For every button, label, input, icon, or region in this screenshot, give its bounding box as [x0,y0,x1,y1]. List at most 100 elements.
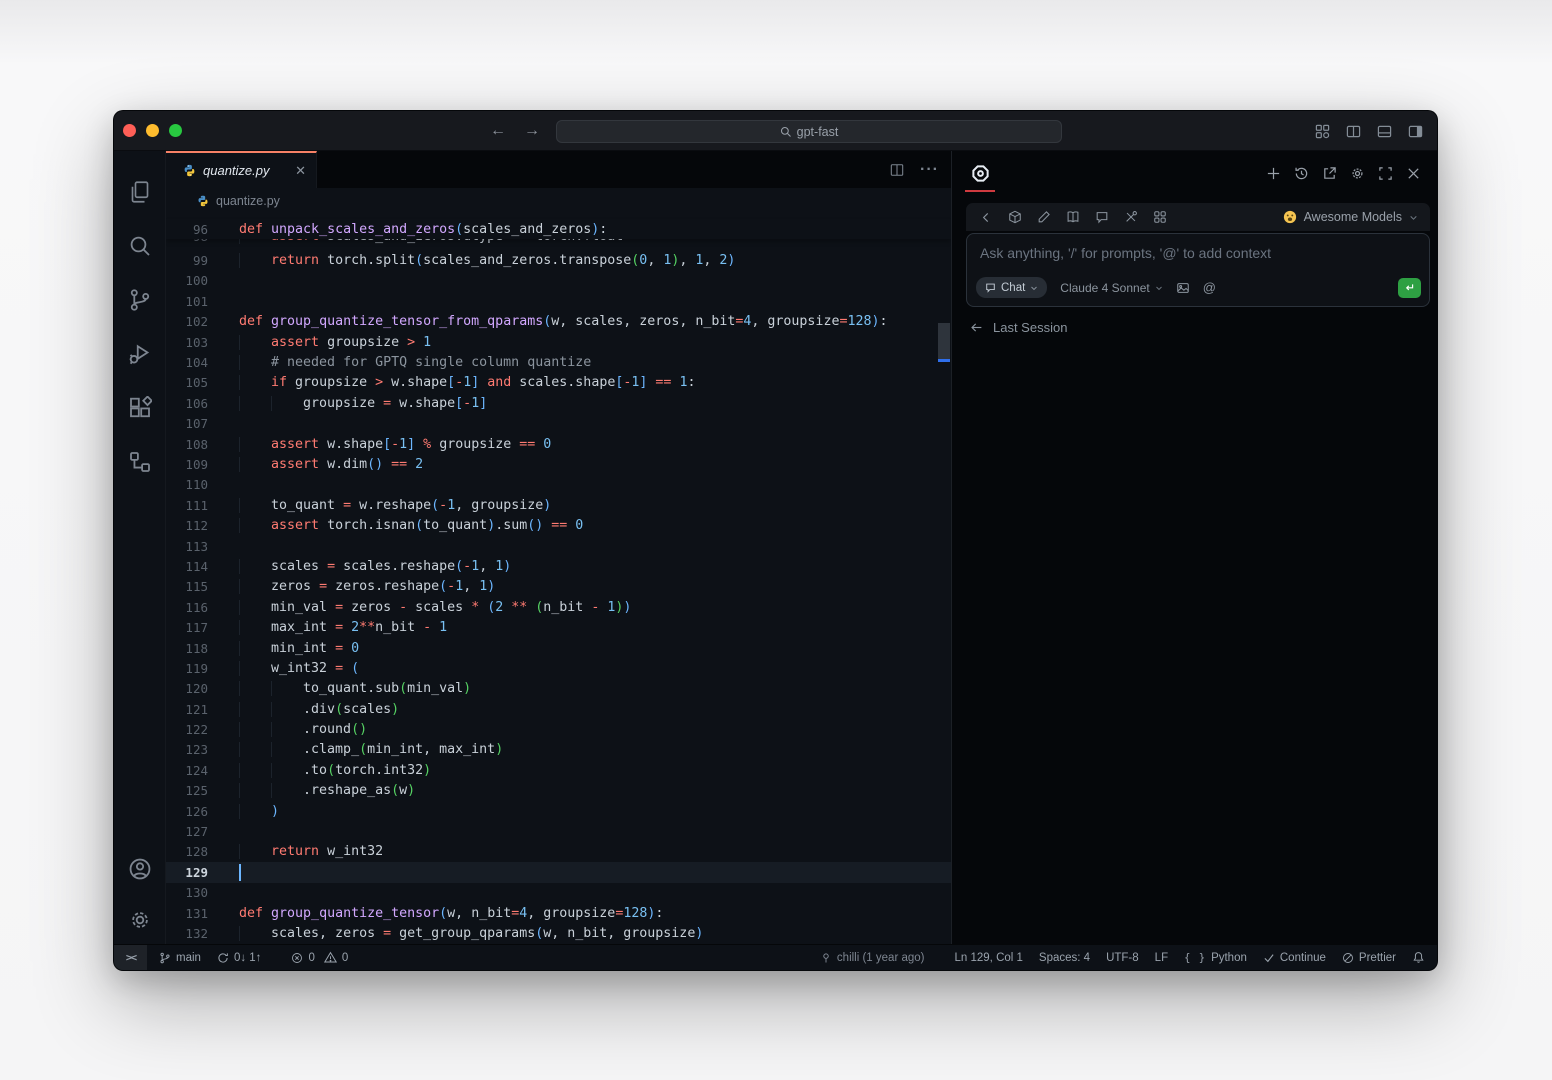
code-line-128[interactable]: 128 return w_int32 [166,842,951,862]
encoding-item[interactable]: UTF-8 [1098,945,1147,970]
line-number[interactable]: 129 [166,865,208,880]
line-number[interactable]: 103 [166,335,208,350]
code-line-117[interactable]: 117 max_int = 2 ** n_bit - 1 [166,617,951,637]
last-session-link[interactable]: Last Session [970,320,1437,335]
more-actions-icon[interactable]: ··· [920,161,939,179]
run-debug-icon[interactable] [116,327,164,381]
line-number[interactable]: 122 [166,722,208,737]
remote-indicator[interactable]: >< [114,945,147,970]
tools-icon[interactable] [1124,210,1138,224]
docs-book-icon[interactable] [1066,210,1080,224]
model-selector[interactable]: Claude 4 Sonnet [1060,281,1162,295]
line-number[interactable]: 107 [166,416,208,431]
cursor-position-item[interactable]: Ln 129, Col 1 [947,945,1031,970]
editor-scrollbar[interactable] [938,323,950,359]
code-line-119[interactable]: 119 w_int32 = ( [166,658,951,678]
continue-status-item[interactable]: Continue [1255,945,1334,970]
toggle-panel-icon[interactable] [1377,124,1392,139]
code-line-122[interactable]: 122 .round() [166,719,951,739]
customize-layout-icon[interactable] [1315,124,1330,139]
language-mode-item[interactable]: { } Python [1176,945,1255,970]
comment-bubble-icon[interactable] [1095,210,1109,224]
code-line-103[interactable]: 103 assert groupsize > 1 [166,332,951,352]
code-line-125[interactable]: 125 .reshape_as(w) [166,781,951,801]
new-session-icon[interactable] [1266,166,1281,181]
code-editor[interactable]: 96 def unpack_scales_and_zeros(scales_and… [166,214,951,944]
line-number[interactable]: 96 [166,222,208,237]
line-number[interactable]: 124 [166,763,208,778]
indentation-item[interactable]: Spaces: 4 [1031,945,1098,970]
code-line-114[interactable]: 114 scales = scales.reshape(-1, 1) [166,556,951,576]
panel-settings-gear-icon[interactable] [1350,166,1365,181]
toggle-primary-sidebar-icon[interactable] [1346,124,1361,139]
line-number[interactable]: 98 [166,239,208,244]
code-line-115[interactable]: 115 zeros = zeros.reshape(-1, 1) [166,577,951,597]
sync-item[interactable]: 0↓ 1↑ [209,945,270,970]
zoom-window-button[interactable] [169,124,182,137]
code-line-121[interactable]: 121 .div(scales) [166,699,951,719]
line-number[interactable]: 112 [166,518,208,533]
line-number[interactable]: 130 [166,885,208,900]
line-number[interactable]: 115 [166,579,208,594]
code-line-101[interactable]: 101 [166,291,951,311]
code-line-106[interactable]: 106 groupsize = w.shape[-1] [166,393,951,413]
assistant-logo-tab[interactable] [965,151,995,195]
line-number[interactable]: 121 [166,702,208,717]
extensions-icon[interactable] [116,381,164,435]
code-line-112[interactable]: 112 assert torch.isnan(to_quant) .sum() ==… [166,515,951,535]
code-line-118[interactable]: 118 min_int = 0 [166,638,951,658]
fullscreen-icon[interactable] [1378,166,1393,181]
line-number[interactable]: 126 [166,804,208,819]
problems-item[interactable]: 0 0 [283,945,356,970]
line-number[interactable]: 127 [166,824,208,839]
mode-selector[interactable]: Chat [976,277,1048,298]
code-line-120[interactable]: 120 to_quant.sub(min_val) [166,679,951,699]
code-line-132[interactable]: 132 scales, zeros = get_group_qparams(w, … [166,923,951,943]
code-line-105[interactable]: 105 if groupsize > w.shape[-1] and scales… [166,373,951,393]
line-number[interactable]: 125 [166,783,208,798]
close-window-button[interactable] [123,124,136,137]
code-line-109[interactable]: 109 assert w.dim() == 2 [166,454,951,474]
line-number[interactable]: 105 [166,375,208,390]
breadcrumb[interactable]: quantize.py [166,188,951,214]
edit-pencil-icon[interactable] [1037,210,1051,224]
line-number[interactable]: 117 [166,620,208,635]
code-line-104[interactable]: 104 # needed for GPTQ single column quant… [166,352,951,372]
git-blame-item[interactable]: chilli (1 year ago) [812,945,933,970]
hierarchy-view-icon[interactable] [116,435,164,489]
code-line-102[interactable]: 102 def group_quantize_tensor_from_qparam… [166,312,951,332]
apps-grid-icon[interactable] [1153,210,1167,224]
source-control-icon[interactable] [116,273,164,327]
line-number[interactable]: 123 [166,742,208,757]
account-icon[interactable] [116,842,164,896]
code-line-131[interactable]: 131 def group_quantize_tensor(w, n_bit = 4,… [166,903,951,923]
line-number[interactable]: 110 [166,477,208,492]
line-number[interactable]: 111 [166,498,208,513]
code-line-127[interactable]: 127 [166,821,951,841]
code-line-130[interactable]: 130 [166,883,951,903]
code-line-96[interactable]: 96 def unpack_scales_and_zeros(scales_and… [166,219,951,240]
attach-image-icon[interactable] [1176,281,1190,295]
line-number[interactable]: 113 [166,539,208,554]
code-line-99[interactable]: 99 return torch.split(scales_and_zeros.tr… [166,250,951,270]
code-line-107[interactable]: 107 [166,414,951,434]
line-number[interactable]: 106 [166,396,208,411]
line-number[interactable]: 100 [166,273,208,288]
toggle-secondary-sidebar-icon[interactable] [1408,124,1423,139]
prettier-status-item[interactable]: Prettier [1334,945,1404,970]
code-line-113[interactable]: 113 [166,536,951,556]
package-box-icon[interactable] [1008,210,1022,224]
code-line-111[interactable]: 111 to_quant = w.reshape(-1, groupsize) [166,495,951,515]
code-line-98[interactable]: 98 assert scales_and_zeros.dtype == torch… [166,239,951,250]
line-number[interactable]: 131 [166,906,208,921]
code-line-124[interactable]: 124 .to(torch.int32) [166,760,951,780]
code-line-126[interactable]: 126) [166,801,951,821]
models-dropdown[interactable]: Awesome Models [1283,210,1418,224]
minimize-window-button[interactable] [146,124,159,137]
add-context-at-icon[interactable]: @ [1203,280,1216,295]
line-number[interactable]: 128 [166,844,208,859]
open-in-editor-icon[interactable] [1322,166,1337,181]
history-back-button[interactable]: ← [490,122,506,140]
line-number[interactable]: 102 [166,314,208,329]
line-number[interactable]: 99 [166,253,208,268]
